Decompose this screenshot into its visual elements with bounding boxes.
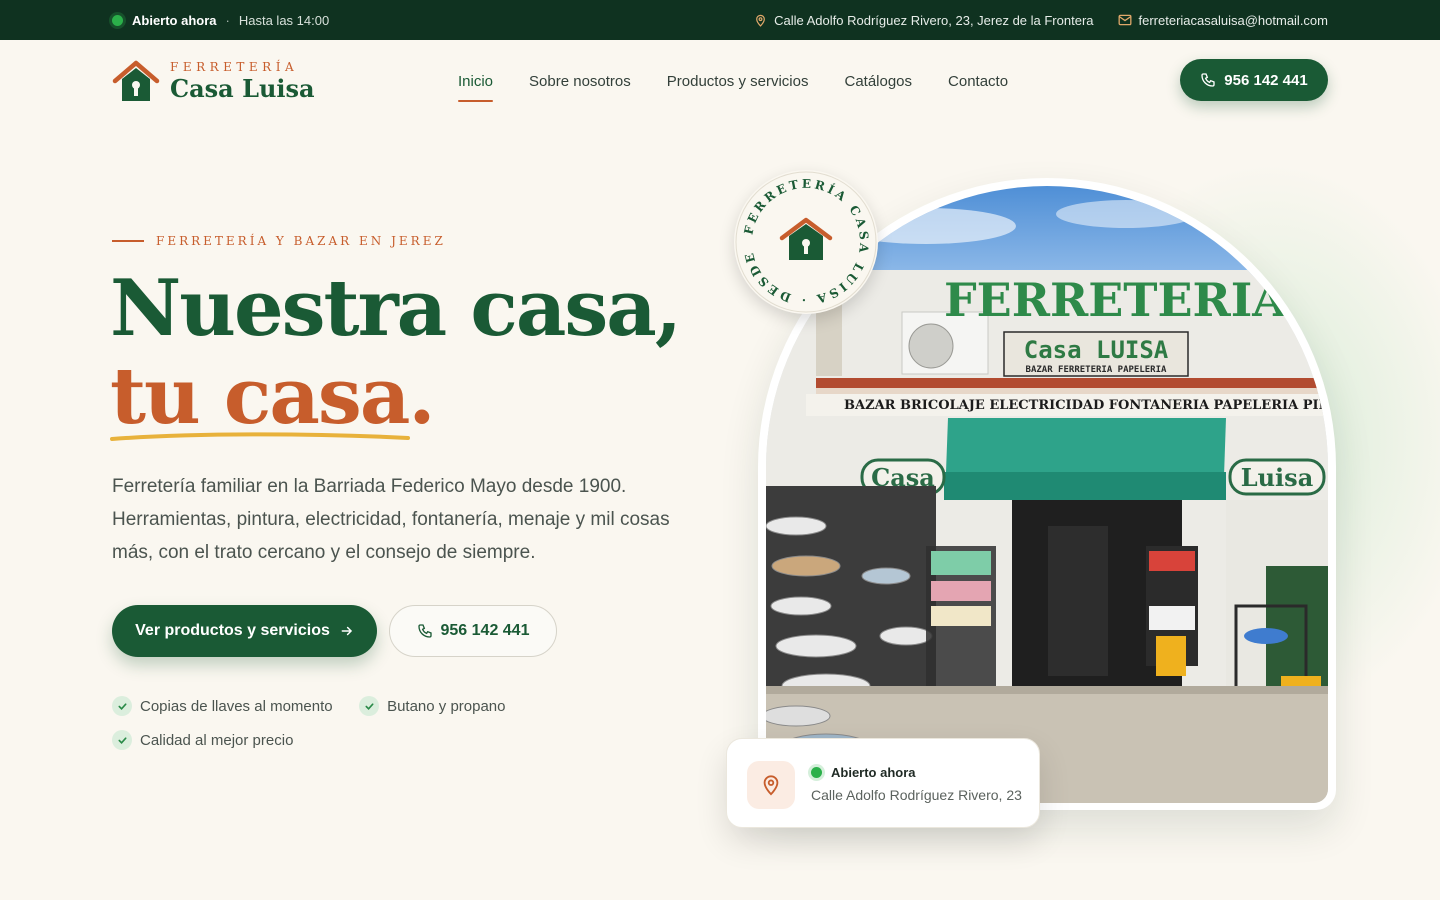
main-nav: Inicio Sobre nosotros Productos y servic… — [458, 67, 1044, 102]
view-products-button[interactable]: Ver productos y servicios — [112, 605, 377, 657]
site-header: FERRETERÍA Casa Luisa Inicio Sobre nosot… — [0, 40, 1440, 122]
opening-status: Abierto ahora · Hasta las 14:00 — [112, 13, 329, 28]
nav-productos-servicios[interactable]: Productos y servicios — [667, 67, 809, 96]
open-status-dot — [112, 14, 123, 26]
feature-label: Butano y propano — [387, 697, 506, 715]
feature-item: Copias de llaves al momento — [112, 696, 333, 716]
sign-sub-2: BAZAR FERRETERIA PAPELERIA — [1026, 365, 1167, 375]
topbar-address-text: Calle Adolfo Rodríguez Rivero, 23, Jerez… — [774, 12, 1094, 28]
open-status-label: Abierto ahora — [132, 12, 217, 28]
check-icon — [112, 696, 132, 716]
feature-item: Butano y propano — [359, 696, 506, 716]
location-pin-icon — [756, 14, 765, 27]
sign-sub: Casa LUISA — [1024, 336, 1169, 364]
mail-icon — [1118, 14, 1131, 26]
card-status-row: Abierto ahora — [811, 765, 916, 780]
underline-swash — [110, 432, 410, 441]
feature-label: Calidad al mejor precio — [140, 731, 294, 749]
open-status-dot — [811, 767, 822, 778]
brand-logo[interactable]: FERRETERÍA Casa Luisa — [112, 59, 458, 103]
photo-side-right: Luisa — [1241, 463, 1314, 492]
headline-line-1: Nuestra casa, — [110, 263, 682, 354]
feature-label: Copias de llaves al momento — [140, 697, 333, 715]
location-pin-badge — [747, 761, 795, 809]
headline-line-2: tu casa. — [110, 358, 436, 441]
arrow-right-icon — [341, 626, 352, 636]
nav-catalogos[interactable]: Catálogos — [844, 67, 912, 96]
card-status-label: Abierto ahora — [831, 765, 916, 780]
house-logo-icon — [112, 60, 160, 101]
hero-description: Ferretería familiar en la Barriada Feder… — [112, 476, 670, 563]
feature-item: Calidad al mejor precio — [112, 730, 293, 750]
top-bar: Abierto ahora · Hasta las 14:00 Calle Ad… — [0, 0, 1440, 40]
heritage-badge: FERRETERÍA CASA LUISA · DESDE 1900 · — [734, 170, 878, 314]
topbar-email[interactable]: ferreteriacasaluisa@hotmail.com — [1118, 12, 1329, 28]
brand-eyebrow: FERRETERÍA — [170, 60, 299, 74]
sign-main: FERRETERIA — [944, 273, 1289, 327]
house-logo-icon — [779, 217, 833, 260]
hero-headline: Nuestra casa, tu casa. — [110, 263, 682, 441]
nav-sobre-nosotros[interactable]: Sobre nosotros — [529, 67, 631, 96]
nav-inicio[interactable]: Inicio — [458, 67, 494, 102]
photo-banner: BAZAR BRICOLAJE ELECTRICIDAD FONTANERIA … — [844, 398, 1328, 413]
view-products-label: Ver productos y servicios — [135, 622, 330, 639]
feature-list: Copias de llaves al momento Butano y pro… — [112, 696, 672, 764]
location-status-card[interactable]: Abierto ahora Calle Adolfo Rodríguez Riv… — [726, 738, 1040, 828]
phone-icon — [1201, 73, 1215, 87]
opening-hours: Hasta las 14:00 — [238, 12, 330, 28]
card-address: Calle Adolfo Rodríguez Rivero, 23 — [811, 787, 1022, 803]
hero-eyebrow: FERRETERÍA Y BAZAR EN JEREZ — [112, 234, 446, 248]
topbar-address[interactable]: Calle Adolfo Rodríguez Rivero, 23, Jerez… — [754, 12, 1094, 28]
check-icon — [359, 696, 380, 716]
location-pin-icon — [763, 775, 779, 796]
eyebrow-line — [112, 240, 144, 242]
call-phone-button[interactable]: 956 142 441 — [389, 605, 557, 657]
topbar-email-text: ferreteriacasaluisa@hotmail.com — [1138, 12, 1329, 28]
headline-line-2-text: tu casa. — [110, 351, 436, 442]
call-phone-label: 956 142 441 — [440, 622, 530, 639]
nav-contacto[interactable]: Contacto — [948, 67, 1008, 96]
check-icon — [112, 730, 132, 750]
separator: · — [225, 12, 230, 28]
header-phone-label: 956 142 441 — [1224, 71, 1308, 89]
phone-icon — [417, 624, 432, 638]
header-phone-button[interactable]: 956 142 441 — [1180, 59, 1328, 101]
brand-name: Casa Luisa — [170, 74, 315, 103]
hero-eyebrow-text: FERRETERÍA Y BAZAR EN JEREZ — [156, 234, 446, 248]
